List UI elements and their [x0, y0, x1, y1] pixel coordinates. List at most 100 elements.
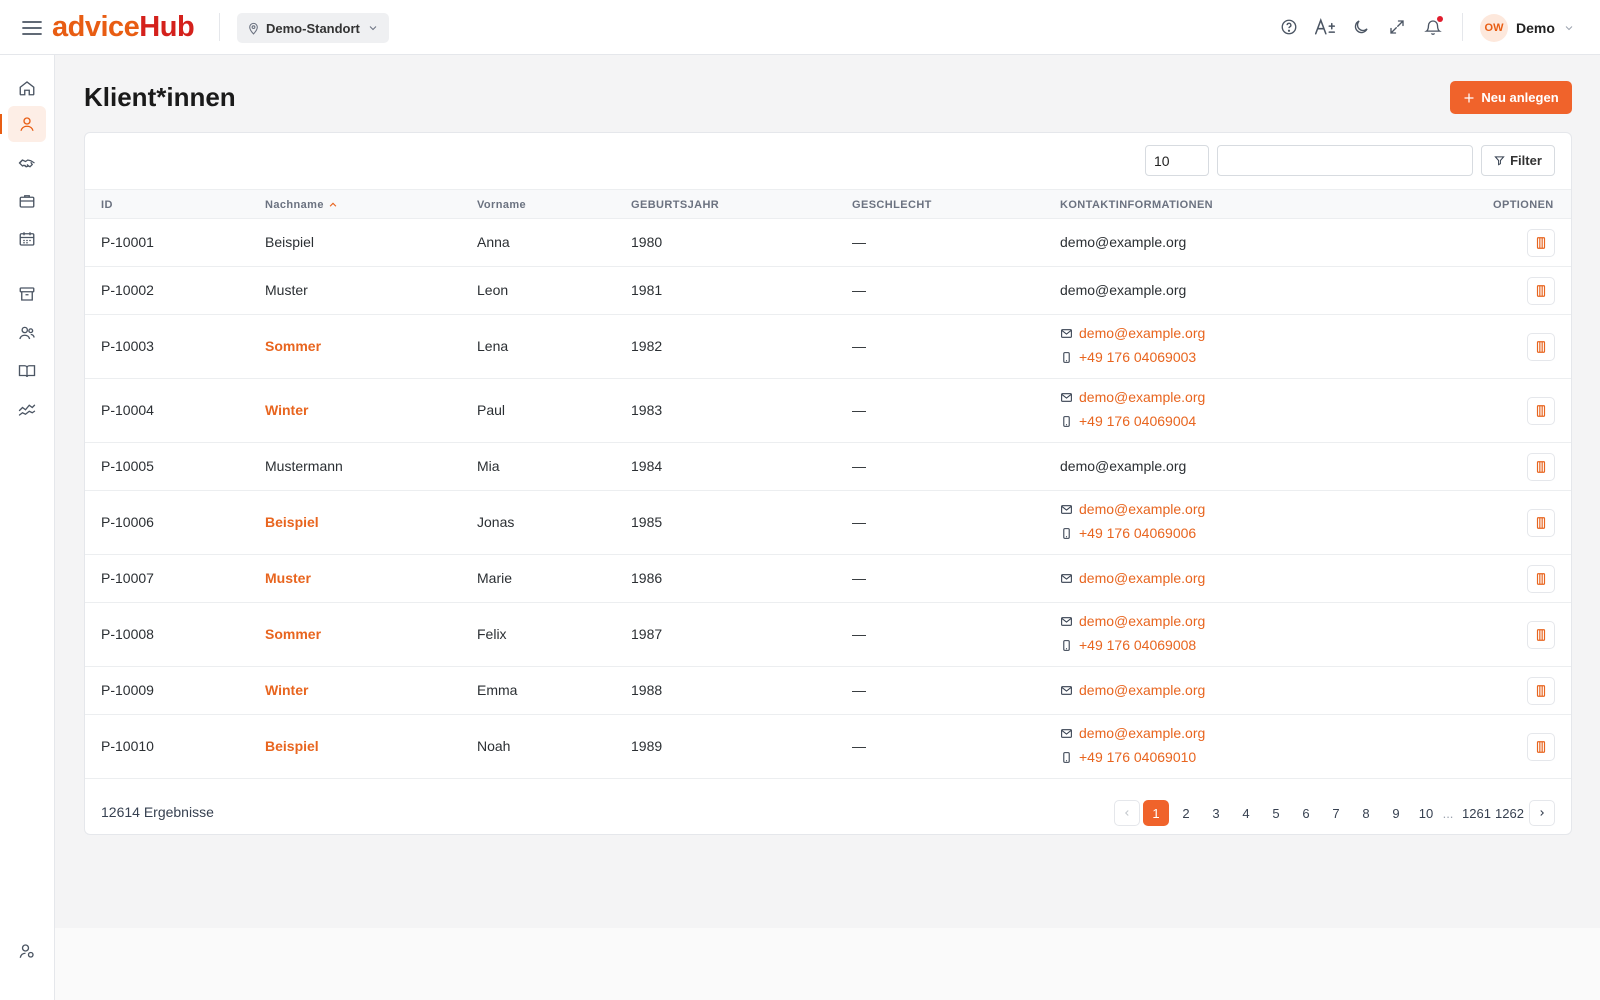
row-options-button[interactable] [1527, 565, 1555, 593]
next-page-button[interactable] [1529, 800, 1555, 826]
search-input[interactable] [1217, 145, 1473, 176]
contact-phone[interactable]: +49 176 04069003 [1060, 349, 1196, 365]
table-row[interactable]: P-10009 Winter Emma 1988 — demo@example.org [85, 667, 1571, 715]
sidebar-item-cases[interactable] [8, 183, 46, 219]
sidebar-item-team[interactable] [8, 315, 46, 351]
cell-lastname[interactable]: Muster [265, 570, 311, 586]
options-icon [1534, 516, 1548, 530]
cell-firstname: Jonas [477, 514, 515, 530]
menu-icon[interactable] [20, 16, 44, 40]
page-button-9[interactable]: 9 [1383, 800, 1409, 826]
page-size-select[interactable] [1145, 145, 1209, 176]
cell-gender: — [852, 338, 866, 354]
previous-page-button[interactable] [1114, 800, 1140, 826]
cell-lastname[interactable]: Beispiel [265, 514, 319, 530]
page-button-7[interactable]: 7 [1323, 800, 1349, 826]
cell-gender: — [852, 738, 866, 754]
table-row[interactable]: P-10005 Mustermann Mia 1984 — demo@example.or… [85, 443, 1571, 491]
logo[interactable]: adviceHub [52, 11, 195, 44]
column-header-birthyear[interactable]: GEBURTSJAHR [631, 199, 719, 211]
sidebar-item-calendar[interactable] [8, 221, 46, 257]
sidebar-item-consultations[interactable] [8, 145, 46, 181]
page-button-4[interactable]: 4 [1233, 800, 1259, 826]
table-row[interactable]: P-10006 Beispiel Jonas 1985 — demo@example.or… [85, 491, 1571, 555]
sidebar-item-profile[interactable] [8, 933, 46, 969]
contact-email[interactable]: demo@example.org [1060, 325, 1205, 341]
page-button-10[interactable]: 10 [1413, 800, 1439, 826]
contact-phone[interactable]: +49 176 04069008 [1060, 637, 1196, 653]
page-button-1261[interactable]: 1261 [1462, 800, 1491, 826]
sidebar-item-clients[interactable] [8, 106, 46, 142]
bell-icon[interactable] [1421, 14, 1445, 40]
contact-phone-text: +49 176 04069010 [1079, 749, 1197, 765]
help-icon[interactable] [1277, 14, 1301, 40]
page-button-1[interactable]: 1 [1143, 800, 1169, 826]
row-options-button[interactable] [1527, 621, 1555, 649]
column-header-gender[interactable]: GESCHLECHT [852, 199, 932, 211]
contact-phone[interactable]: +49 176 04069006 [1060, 525, 1196, 541]
contact-email[interactable]: demo@example.org [1060, 725, 1205, 741]
contact-email[interactable]: demo@example.org [1060, 570, 1205, 586]
sidebar-item-archive[interactable] [8, 276, 46, 312]
cell-lastname[interactable]: Beispiel [265, 738, 319, 754]
cell-id: P-10002 [101, 282, 154, 298]
cell-lastname[interactable]: Winter [265, 682, 308, 698]
user-menu[interactable]: OW Demo [1480, 14, 1575, 42]
table-row[interactable]: P-10003 Sommer Lena 1982 — demo@example.org +4… [85, 315, 1571, 379]
table-row[interactable]: P-10004 Winter Paul 1983 — demo@example.org +4… [85, 379, 1571, 443]
cell-lastname[interactable]: Sommer [265, 626, 321, 642]
fullscreen-icon[interactable] [1385, 14, 1409, 40]
contact-email-text: demo@example.org [1079, 682, 1206, 698]
cell-lastname[interactable]: Sommer [265, 338, 321, 354]
cell-firstname: Felix [477, 626, 507, 642]
contact-email[interactable]: demo@example.org [1060, 682, 1205, 698]
users-icon [19, 326, 35, 340]
contact-phone[interactable]: +49 176 04069010 [1060, 749, 1196, 765]
top-bar: adviceHub Demo-Standort OW Demo [0, 0, 1600, 55]
cell-id: P-10010 [101, 738, 154, 754]
contact-email-text: demo@example.org [1060, 458, 1187, 474]
contact-email[interactable]: demo@example.org [1060, 389, 1205, 405]
sidebar-item-statistics[interactable] [8, 391, 46, 427]
row-options-button[interactable] [1527, 333, 1555, 361]
table-row[interactable]: P-10010 Beispiel Noah 1989 — demo@example.org… [85, 715, 1571, 779]
font-size-icon[interactable] [1313, 14, 1337, 40]
location-select[interactable]: Demo-Standort [237, 13, 389, 43]
row-options-button[interactable] [1527, 397, 1555, 425]
contact-email[interactable]: demo@example.org [1060, 613, 1205, 629]
contact-phone[interactable]: +49 176 04069004 [1060, 413, 1196, 429]
cell-gender: — [852, 514, 866, 530]
column-header-firstname[interactable]: Vorname [477, 199, 526, 211]
page-button-3[interactable]: 3 [1203, 800, 1229, 826]
sort-ascending-icon [329, 202, 337, 207]
page-button-5[interactable]: 5 [1263, 800, 1289, 826]
dark-mode-icon[interactable] [1349, 14, 1373, 40]
row-options-button[interactable] [1527, 677, 1555, 705]
filter-label: Filter [1510, 153, 1542, 168]
row-options-button[interactable] [1527, 733, 1555, 761]
row-options-button[interactable] [1527, 229, 1555, 257]
options-icon [1534, 284, 1548, 298]
column-header-id[interactable]: ID [101, 199, 113, 211]
page-button-8[interactable]: 8 [1353, 800, 1379, 826]
page-button-1262[interactable]: 1262 [1495, 800, 1524, 826]
cell-lastname[interactable]: Winter [265, 402, 308, 418]
sidebar-item-home[interactable] [8, 70, 46, 106]
table-row[interactable]: P-10008 Sommer Felix 1987 — demo@example.org +… [85, 603, 1571, 667]
contact-email[interactable]: demo@example.org [1060, 501, 1205, 517]
table-row[interactable]: P-10002 Muster Leon 1981 — demo@example.org [85, 267, 1571, 315]
cell-id: P-10008 [101, 626, 154, 642]
column-header-lastname[interactable]: Nachname [265, 199, 338, 211]
filter-icon [1494, 156, 1505, 166]
sidebar-item-knowledge[interactable] [8, 353, 46, 389]
table-row[interactable]: P-10007 Muster Marie 1986 — demo@example.org [85, 555, 1571, 603]
new-client-button[interactable]: Neu anlegen [1450, 81, 1572, 114]
page-button-6[interactable]: 6 [1293, 800, 1319, 826]
page-button-2[interactable]: 2 [1173, 800, 1199, 826]
row-options-button[interactable] [1527, 509, 1555, 537]
table-row[interactable]: P-10001 Beispiel Anna 1980 — demo@example.org [85, 219, 1571, 267]
filter-button[interactable]: Filter [1481, 145, 1555, 176]
cell-gender: — [852, 402, 866, 418]
row-options-button[interactable] [1527, 277, 1555, 305]
row-options-button[interactable] [1527, 453, 1555, 481]
